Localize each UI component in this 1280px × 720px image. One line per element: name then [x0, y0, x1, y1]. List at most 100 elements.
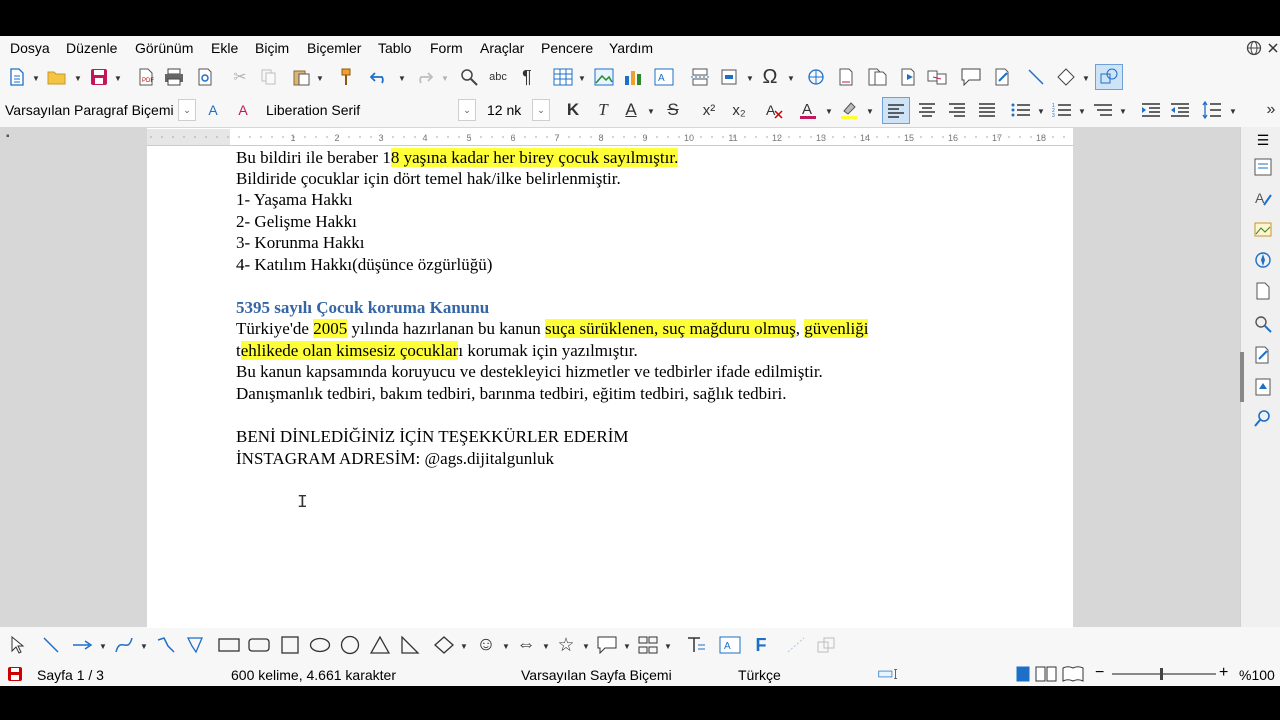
- chevron-down-icon[interactable]: ▼: [398, 74, 406, 83]
- menu-araclar[interactable]: Araçlar: [480, 40, 524, 56]
- select-arrow-icon[interactable]: [7, 634, 29, 656]
- menu-bicemler[interactable]: Biçemler: [307, 40, 361, 56]
- smiley-icon[interactable]: ☺: [475, 634, 497, 656]
- basic-shapes-icon[interactable]: [1055, 66, 1077, 88]
- polygon-icon[interactable]: [185, 634, 207, 656]
- special-character-icon[interactable]: Ω: [759, 66, 781, 88]
- bullet-list-icon[interactable]: [1010, 99, 1032, 121]
- bookmark-icon[interactable]: [897, 66, 919, 88]
- print-preview-icon[interactable]: [194, 66, 216, 88]
- font-name-dropdown[interactable]: ⌄: [458, 99, 476, 121]
- insert-mode-icon[interactable]: [878, 663, 900, 685]
- menu-form[interactable]: Form: [430, 40, 463, 56]
- menu-tablo[interactable]: Tablo: [378, 40, 411, 56]
- chevron-down-icon[interactable]: ▼: [502, 642, 510, 651]
- insert-page-break-icon[interactable]: [689, 66, 711, 88]
- track-changes-icon[interactable]: [991, 66, 1013, 88]
- navigator-icon[interactable]: [1252, 249, 1274, 271]
- chevron-down-icon[interactable]: ▼: [578, 74, 586, 83]
- insert-table-icon[interactable]: [552, 66, 574, 88]
- triangle-icon[interactable]: [369, 634, 391, 656]
- single-page-view-icon[interactable]: [1012, 663, 1034, 685]
- design-icon[interactable]: [1252, 376, 1274, 398]
- menu-bicim[interactable]: Biçim: [255, 40, 289, 56]
- footnote-icon[interactable]: [835, 66, 857, 88]
- fontwork-icon[interactable]: F: [750, 634, 772, 656]
- chevron-down-icon[interactable]: ▼: [316, 74, 324, 83]
- numbered-list-icon[interactable]: 123: [1051, 99, 1073, 121]
- menu-duzenle[interactable]: Düzenle: [66, 40, 117, 56]
- double-arrow-icon[interactable]: ⇔: [515, 634, 537, 656]
- chevron-down-icon[interactable]: ▼: [866, 107, 874, 116]
- chevron-down-icon[interactable]: ▼: [460, 642, 468, 651]
- outline-list-icon[interactable]: [1092, 99, 1114, 121]
- subscript-button[interactable]: x₂: [728, 99, 750, 121]
- paragraph-style-box[interactable]: Varsayılan Paragraf Biçemi: [5, 102, 174, 118]
- align-left-icon[interactable]: [882, 97, 910, 124]
- sidebar-splitter[interactable]: [1240, 352, 1244, 402]
- chevron-down-icon[interactable]: ▼: [787, 74, 795, 83]
- underline-button[interactable]: A: [620, 99, 642, 121]
- text-box-icon[interactable]: [685, 634, 707, 656]
- comment-icon[interactable]: [960, 66, 982, 88]
- find-icon[interactable]: [1252, 407, 1274, 429]
- highlight-color-icon[interactable]: [838, 99, 860, 121]
- insert-textbox-icon[interactable]: A: [653, 66, 675, 88]
- zoom-out-icon[interactable]: −: [1095, 664, 1104, 682]
- toggle-extrusion-icon[interactable]: [785, 634, 807, 656]
- chevron-down-icon[interactable]: ▼: [746, 74, 754, 83]
- bold-button[interactable]: K: [562, 99, 584, 121]
- flowchart-icon[interactable]: [637, 634, 659, 656]
- page-count[interactable]: Sayfa 1 / 3: [37, 667, 104, 683]
- chevron-down-icon[interactable]: ▼: [1119, 107, 1127, 116]
- menu-pencere[interactable]: Pencere: [541, 40, 593, 56]
- font-name-box[interactable]: Liberation Serif: [266, 102, 360, 118]
- word-count[interactable]: 600 kelime, 4.661 karakter: [231, 667, 396, 683]
- chevron-down-icon[interactable]: ▼: [623, 642, 631, 651]
- font-size-box[interactable]: 12 nk: [487, 102, 521, 118]
- gallery-icon[interactable]: [1252, 218, 1274, 240]
- chevron-down-icon[interactable]: ▼: [1037, 107, 1045, 116]
- chevron-down-icon[interactable]: ▼: [542, 642, 550, 651]
- horizontal-ruler[interactable]: 1 2 3 4 5 6 7 8 9 10 11 12 13 14 15 16 17 18: [147, 129, 1073, 146]
- menu-gorunum[interactable]: Görünüm: [135, 40, 193, 56]
- properties-icon[interactable]: [1252, 156, 1274, 178]
- strikethrough-button[interactable]: S: [662, 99, 684, 121]
- insert-chart-icon[interactable]: [622, 66, 644, 88]
- chevron-down-icon[interactable]: ▼: [74, 74, 82, 83]
- font-size-dropdown[interactable]: ⌄: [532, 99, 550, 121]
- line-spacing-icon[interactable]: [1201, 99, 1223, 121]
- increase-indent-icon[interactable]: [1140, 99, 1162, 121]
- toggle-3d-icon[interactable]: [815, 634, 837, 656]
- chevron-down-icon[interactable]: ▼: [1078, 107, 1086, 116]
- open-folder-icon[interactable]: [46, 66, 68, 88]
- decrease-indent-icon[interactable]: [1169, 99, 1191, 121]
- zoom-slider-handle[interactable]: [1160, 668, 1163, 680]
- book-view-icon[interactable]: [1062, 663, 1084, 685]
- square-icon[interactable]: [279, 634, 301, 656]
- diamond-icon[interactable]: [433, 634, 455, 656]
- new-document-icon[interactable]: [6, 66, 28, 88]
- paste-icon[interactable]: [290, 66, 312, 88]
- draw-functions-icon[interactable]: [1095, 64, 1123, 90]
- font-color-icon[interactable]: A: [797, 99, 819, 121]
- rounded-rectangle-icon[interactable]: [248, 634, 270, 656]
- formatting-marks-icon[interactable]: ¶: [516, 66, 538, 88]
- export-pdf-icon[interactable]: PDF: [135, 66, 157, 88]
- zoom-level[interactable]: %100: [1239, 667, 1275, 683]
- new-style-icon[interactable]: A: [232, 99, 254, 121]
- chevron-down-icon[interactable]: ▼: [647, 107, 655, 116]
- align-center-icon[interactable]: [916, 99, 938, 121]
- italic-button[interactable]: T: [592, 99, 614, 121]
- endnote-icon[interactable]: [866, 66, 888, 88]
- line-icon[interactable]: [1025, 66, 1047, 88]
- cut-icon[interactable]: ✂: [229, 66, 251, 88]
- clone-formatting-icon[interactable]: [335, 66, 357, 88]
- update-style-icon[interactable]: A: [202, 99, 224, 121]
- zoom-in-icon[interactable]: +: [1219, 664, 1228, 682]
- print-icon[interactable]: [163, 66, 185, 88]
- undo-icon[interactable]: [369, 66, 391, 88]
- menu-dosya[interactable]: Dosya: [10, 40, 50, 56]
- save-icon[interactable]: [88, 66, 110, 88]
- insert-field-icon[interactable]: [719, 66, 741, 88]
